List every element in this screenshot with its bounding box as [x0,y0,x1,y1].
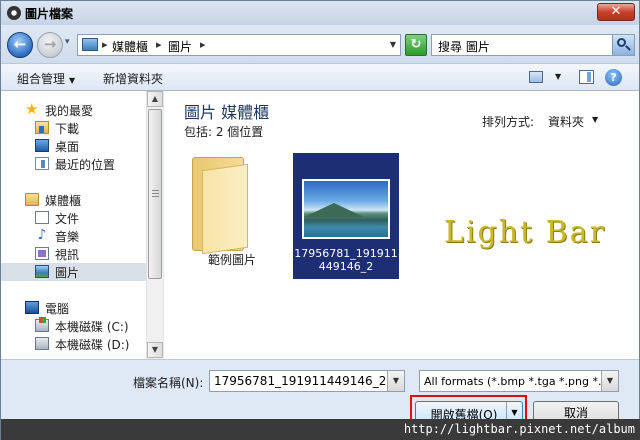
file-list-pane: 圖片 媒體櫃 包括: 2 個位置 排列方式: 資料夾 ▼ 範例圖片 179567… [164,91,639,359]
scroll-up-icon[interactable]: ▲ [147,91,163,107]
refresh-button[interactable]: ↻ [405,34,427,56]
windows-drive-icon [35,317,49,332]
filename-label: 檔案名稱(N): [133,376,204,390]
sidebar-item-drive-c[interactable]: 本機磁碟 (C:) [1,317,146,335]
scrollbar-thumb[interactable] [148,109,162,279]
search-input[interactable]: 搜尋 圖片 [431,34,635,56]
file-item-sample-pictures[interactable]: 範例圖片 [182,153,282,269]
address-toolbar: ← → ▾ ▸ 媒體櫃 ▸ 圖片 ▸ ▼ ↻ 搜尋 圖片 [1,25,639,63]
sidebar-item-label: 最近的位置 [55,158,116,172]
sidebar-item-label: 媒體櫃 [45,194,82,208]
sidebar-item-music[interactable]: ♪ 音樂 [1,227,146,245]
light-bar-watermark: Light Bar [444,215,606,250]
help-icon[interactable]: ? [605,69,622,86]
search-icon[interactable] [612,35,634,55]
recent-places-icon [35,157,49,170]
breadcrumb-separator-icon[interactable]: ▸ [156,38,162,51]
sidebar-item-recent-places[interactable]: 最近的位置 [1,155,146,173]
chevron-down-icon[interactable]: ▼ [387,371,404,391]
forward-button[interactable]: → [37,32,63,58]
address-dropdown-icon[interactable]: ▼ [390,40,396,49]
desktop-icon [35,139,49,152]
sidebar-item-label: 視訊 [55,248,80,262]
breadcrumb-separator-icon[interactable]: ▸ [102,38,108,51]
scroll-down-icon[interactable]: ▼ [147,342,163,358]
sidebar-item-videos[interactable]: 視訊 [1,245,146,263]
sidebar-scrollbar[interactable]: ▲ ▼ [146,91,163,359]
preview-pane-icon[interactable] [579,70,594,84]
chevron-down-icon[interactable]: ▼ [601,371,618,391]
sidebar-item-label: 圖片 [55,266,80,280]
filename-value: 17956781_191911449146_2 [214,374,387,388]
library-locations[interactable]: 包括: 2 個位置 [184,123,263,140]
sidebar-item-documents[interactable]: 文件 [1,209,146,227]
library-title: 圖片 媒體櫃 [184,103,270,122]
star-icon: ★ [25,100,39,118]
sidebar-item-computer[interactable]: 電腦 [1,299,146,317]
navigation-pane: ★ 我的最愛 下載 桌面 最近的位置 媒體櫃 文件 ♪ 音樂 視訊 圖片 電腦 … [1,91,163,359]
sidebar-item-label: 電腦 [45,302,70,316]
organize-label: 組合管理 [17,72,66,86]
filename-field[interactable]: 17956781_191911449146_2 ▼ [209,370,405,392]
breadcrumb-pictures[interactable]: 圖片 [168,38,192,55]
sidebar-item-desktop[interactable]: 桌面 [1,137,146,155]
chevron-down-icon[interactable]: ▼ [555,72,561,81]
sidebar-item-label: 文件 [55,212,80,226]
drive-icon [35,337,49,350]
chevron-down-icon[interactable]: ▼ [592,115,598,124]
sidebar-item-label: 我的最愛 [45,104,94,118]
sidebar-item-label: 本機磁碟 (D:) [55,338,130,352]
pictures-icon [35,265,49,278]
view-options-icon[interactable] [529,71,543,83]
new-folder-button[interactable]: 新增資料夾 [103,70,163,87]
computer-icon [25,301,39,314]
chevron-down-icon: ▼ [69,76,76,85]
sidebar-item-libraries[interactable]: 媒體櫃 [1,191,146,209]
breadcrumb-libraries[interactable]: 媒體櫃 [112,38,148,55]
organize-menu[interactable]: 組合管理 ▼ [17,70,75,87]
back-button[interactable]: ← [7,32,33,58]
app-icon [7,6,21,20]
search-placeholder: 搜尋 圖片 [438,40,490,54]
file-item-selected-image[interactable]: 17956781_191911 449146_2 [293,153,399,279]
sidebar-item-pictures[interactable]: 圖片 [1,263,146,281]
sidebar-item-label: 本機磁碟 (C:) [55,320,129,334]
sidebar-item-downloads[interactable]: 下載 [1,119,146,137]
downloads-folder-icon [35,121,49,134]
pictures-library-icon [82,38,98,51]
video-icon [35,247,49,260]
file-item-label: 17956781_191911 449146_2 [294,247,398,273]
libraries-icon [25,193,39,206]
file-type-value: All formats (*.bmp *.tga *.png *.gif [424,375,616,388]
history-dropdown-icon[interactable]: ▾ [65,37,70,47]
close-button[interactable]: ✕ [597,3,635,21]
source-url-bar: http://lightbar.pixnet.net/album [1,419,640,440]
sidebar-item-label: 音樂 [55,230,80,244]
file-item-label: 範例圖片 [207,253,256,267]
sidebar-item-favorites[interactable]: ★ 我的最愛 [1,101,146,119]
sort-label: 排列方式: [482,115,535,129]
address-bar[interactable]: ▸ 媒體櫃 ▸ 圖片 ▸ ▼ [77,34,401,56]
music-icon: ♪ [37,227,47,243]
sidebar-item-drive-d[interactable]: 本機磁碟 (D:) [1,335,146,353]
folder-icon [190,157,260,255]
open-file-dialog: 圖片檔案 ✕ ← → ▾ ▸ 媒體櫃 ▸ 圖片 ▸ ▼ ↻ 搜尋 圖片 組合管理… [0,0,640,440]
command-bar: 組合管理 ▼ 新增資料夾 ▼ ? [1,63,639,91]
sidebar-item-label: 下載 [55,122,80,136]
image-thumbnail [302,179,390,239]
source-url: http://lightbar.pixnet.net/album [403,422,635,436]
sort-dropdown[interactable]: 資料夾 [548,113,584,130]
breadcrumb-separator-icon[interactable]: ▸ [200,38,206,51]
file-type-select[interactable]: All formats (*.bmp *.tga *.png *.gif ▼ [419,370,619,392]
document-icon [35,211,49,224]
window-title: 圖片檔案 [25,7,74,21]
sidebar-item-label: 桌面 [55,140,80,154]
title-bar: 圖片檔案 ✕ [1,1,639,25]
